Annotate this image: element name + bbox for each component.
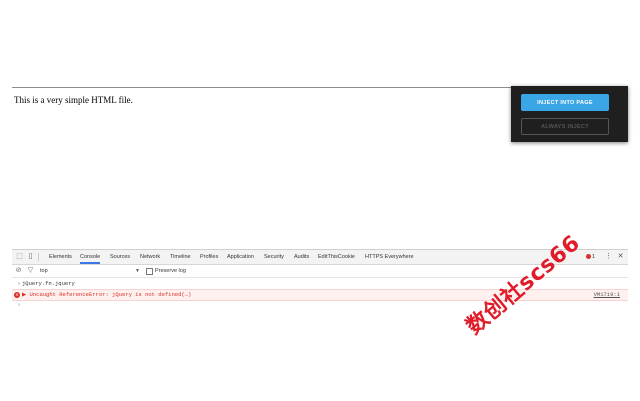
preserve-log-checkbox[interactable] (146, 268, 153, 275)
expand-triangle-icon[interactable]: ▶ (22, 291, 26, 298)
tab-profiles[interactable]: Profiles (200, 250, 218, 264)
tab-network[interactable]: Network (140, 250, 160, 264)
tab-https-everywhere[interactable]: HTTPS Everywhere (365, 250, 414, 264)
tab-timeline[interactable]: Timeline (170, 250, 191, 264)
context-selector[interactable]: top (40, 265, 48, 277)
tab-sources[interactable]: Sources (110, 250, 130, 264)
inspect-element-icon[interactable]: ⬚ (15, 252, 24, 261)
command-text: jQuery.fn.jquery (22, 280, 75, 287)
context-dropdown-icon[interactable]: ▼ (135, 265, 140, 277)
clear-console-icon[interactable]: ⊘ (14, 266, 23, 275)
more-options-icon[interactable]: ⋮ (604, 252, 613, 261)
tab-audits[interactable]: Audits (294, 250, 309, 264)
error-icon: ✕ (14, 292, 20, 298)
error-count-value: 1 (592, 254, 596, 260)
error-dot-icon (586, 254, 591, 260)
console-output: › jQuery.fn.jquery ✕ ▶ Uncaught Referenc… (12, 278, 628, 401)
error-counter[interactable]: 1 (586, 250, 595, 264)
filter-icon[interactable]: ▽ (26, 266, 35, 275)
close-devtools-icon[interactable]: ✕ (616, 252, 625, 261)
extension-popup: INJECT INTO PAGE ALWAYS INJECT (511, 86, 628, 142)
error-source-link[interactable]: VM1719:1 (594, 290, 620, 300)
tab-security[interactable]: Security (264, 250, 284, 264)
prompt-chevron-icon: › (17, 301, 21, 308)
inject-into-page-button[interactable]: INJECT INTO PAGE (521, 94, 609, 111)
console-prompt[interactable]: › (12, 300, 628, 310)
toolbar-divider (38, 253, 39, 261)
tab-console[interactable]: Console (80, 250, 101, 264)
tab-elements[interactable]: Elements (49, 250, 72, 264)
page-body-text: This is a very simple HTML file. (14, 95, 133, 105)
device-toolbar-icon[interactable]: ▯ (26, 252, 35, 261)
always-inject-button[interactable]: ALWAYS INJECT (521, 118, 609, 135)
error-message[interactable]: ▶ Uncaught ReferenceError: jQuery is not… (22, 290, 191, 300)
tab-editthiscookie[interactable]: EditThisCookie (318, 250, 355, 264)
preserve-log-label: Preserve log (155, 268, 186, 274)
error-text: Uncaught ReferenceError: jQuery is not d… (29, 291, 192, 298)
tab-application[interactable]: Application (227, 250, 254, 264)
